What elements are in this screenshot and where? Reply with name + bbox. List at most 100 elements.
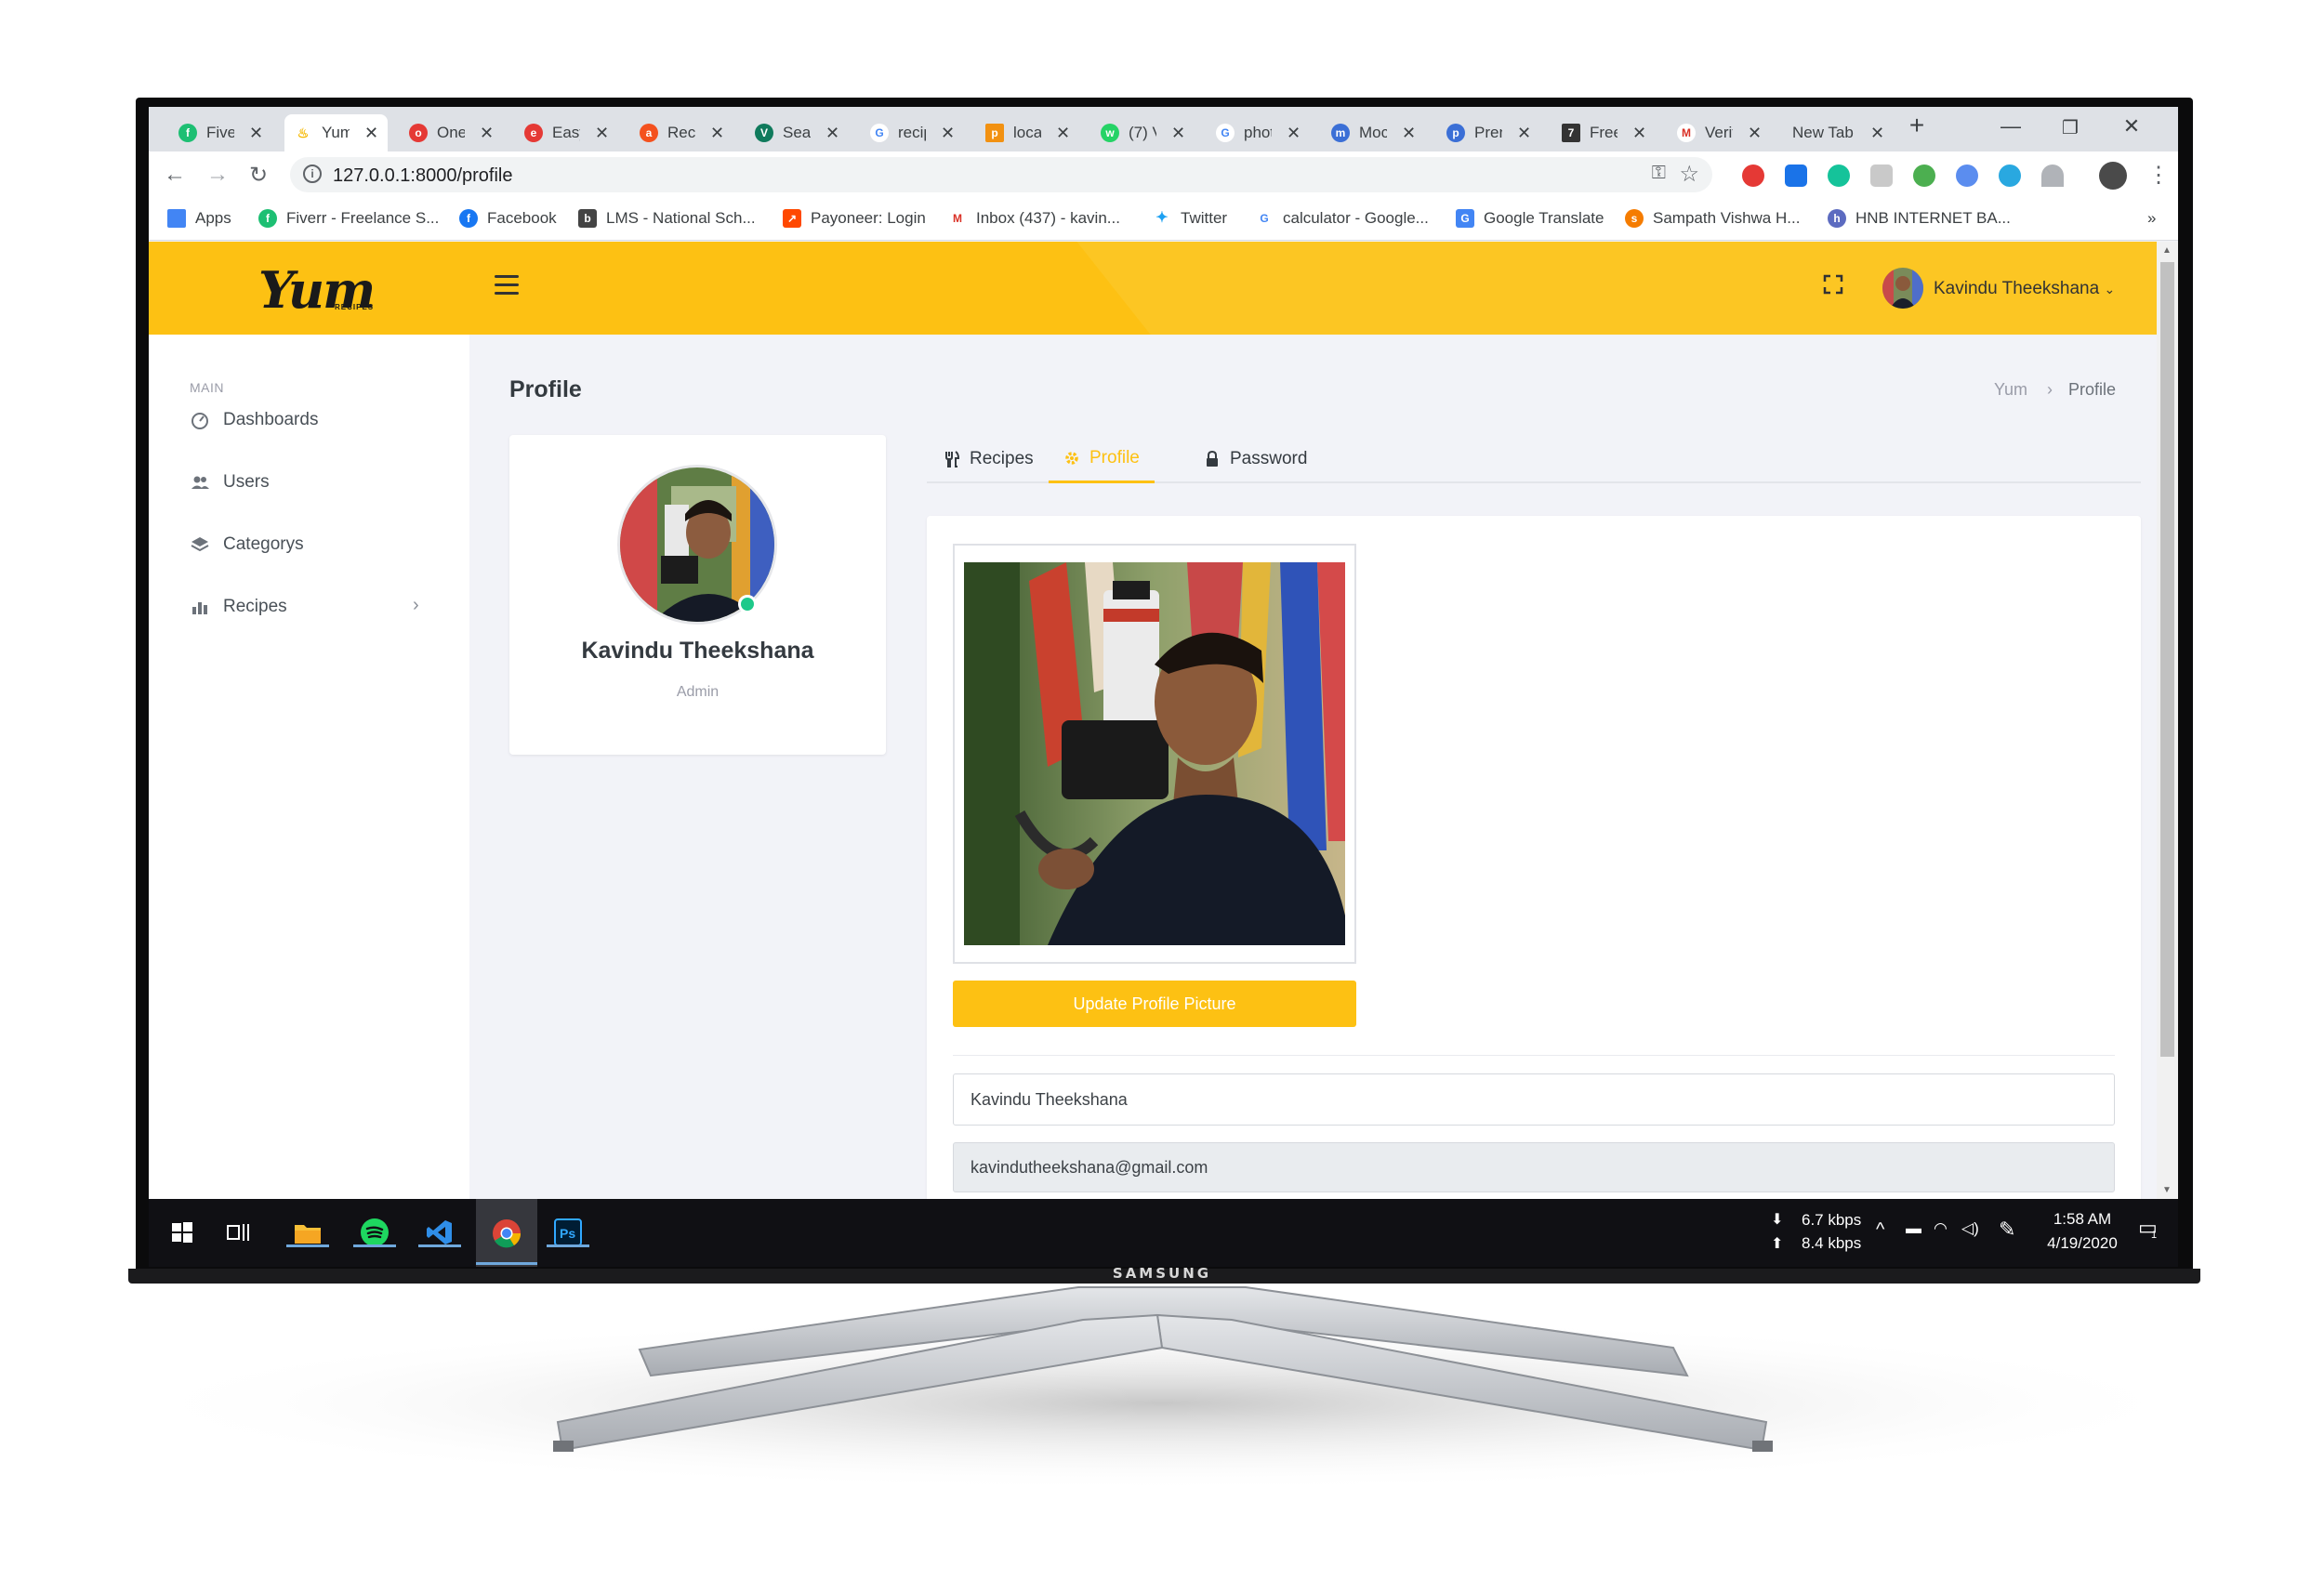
browser-tab[interactable]: G phot ✕ bbox=[1207, 114, 1310, 151]
profile-picture[interactable] bbox=[964, 562, 1345, 945]
extension-icon[interactable] bbox=[1956, 165, 1978, 187]
minimize-icon[interactable]: — bbox=[1992, 114, 2029, 138]
bookmark[interactable]: M Inbox (437) - kavin... bbox=[948, 209, 1120, 228]
bookmark[interactable]: f Facebook bbox=[459, 209, 557, 228]
task-view-icon[interactable] bbox=[221, 1216, 255, 1249]
scroll-up-icon[interactable]: ▲ bbox=[2162, 245, 2172, 256]
menu-kebab-icon[interactable]: ⋮ bbox=[2147, 162, 2170, 189]
bookmark[interactable]: s Sampath Vishwa H... bbox=[1625, 209, 1800, 228]
close-icon[interactable]: ✕ bbox=[364, 124, 378, 143]
tab-recipes[interactable]: Recipes bbox=[944, 435, 1034, 483]
key-icon[interactable]: ⚿ bbox=[1652, 163, 1666, 184]
browser-tab[interactable]: m Moc ✕ bbox=[1322, 114, 1425, 151]
bookmark[interactable]: G Google Translate bbox=[1456, 209, 1604, 228]
photoshop-icon[interactable]: Ps bbox=[547, 1216, 589, 1249]
sidebar-item-dashboards[interactable]: Dashboards bbox=[190, 410, 318, 430]
close-icon[interactable]: ✕ bbox=[1517, 124, 1531, 143]
browser-tab[interactable]: New Tab ✕ bbox=[1783, 114, 1894, 151]
name-field[interactable] bbox=[953, 1073, 2115, 1126]
clock-time[interactable]: 1:58 AM bbox=[2045, 1210, 2119, 1229]
browser-tab[interactable]: V Sear ✕ bbox=[746, 114, 849, 151]
grammarly-icon[interactable] bbox=[1828, 165, 1850, 187]
sidebar-item-recipes[interactable]: Recipes bbox=[190, 597, 287, 617]
profile-avatar-icon[interactable] bbox=[2099, 162, 2127, 190]
browser-tab[interactable]: o One ✕ bbox=[400, 114, 503, 151]
star-icon[interactable]: ☆ bbox=[1679, 161, 1699, 188]
bookmark[interactable]: b LMS - National Sch... bbox=[578, 209, 756, 228]
tab-password[interactable]: Password bbox=[1204, 435, 1307, 483]
close-icon[interactable]: ✕ bbox=[595, 124, 609, 143]
clock-date[interactable]: 4/19/2020 bbox=[2041, 1234, 2123, 1253]
menu-toggle-icon[interactable] bbox=[495, 275, 519, 297]
vscode-icon[interactable] bbox=[418, 1216, 461, 1249]
bookmark[interactable]: ✦ Twitter bbox=[1153, 209, 1227, 228]
browser-tab-active[interactable]: ♨ Yum ✕ bbox=[284, 114, 389, 151]
extension-icon[interactable] bbox=[2041, 165, 2064, 187]
header-user-menu[interactable]: Kavindu Theekshana ⌄ bbox=[1934, 279, 2115, 299]
back-icon[interactable]: ← bbox=[164, 162, 186, 188]
wifi-icon[interactable]: ◠ bbox=[1934, 1219, 1948, 1238]
bookmark[interactable]: Gcalculator - Google... bbox=[1255, 209, 1429, 228]
close-icon[interactable]: ✕ bbox=[1748, 124, 1762, 143]
close-icon[interactable]: ✕ bbox=[710, 124, 724, 143]
bookmark-apps[interactable]: Apps bbox=[167, 209, 231, 228]
adblock-icon[interactable] bbox=[1742, 165, 1764, 187]
update-profile-picture-button[interactable]: Update Profile Picture bbox=[953, 981, 1356, 1027]
scrollbar-thumb[interactable] bbox=[2160, 262, 2174, 1057]
browser-tab[interactable]: M Verif ✕ bbox=[1668, 114, 1771, 151]
file-explorer-icon[interactable] bbox=[286, 1216, 329, 1249]
browser-tab[interactable]: 7 Free ✕ bbox=[1552, 114, 1656, 151]
bookmarks-overflow-icon[interactable]: » bbox=[2147, 209, 2156, 228]
url-text[interactable]: 127.0.0.1:8000/profile bbox=[333, 165, 513, 187]
close-icon[interactable]: ✕ bbox=[249, 124, 263, 143]
reload-icon[interactable]: ↻ bbox=[249, 162, 268, 189]
bookmark[interactable]: ↗ Payoneer: Login bbox=[783, 209, 926, 228]
windows-start-icon[interactable] bbox=[165, 1216, 199, 1249]
pen-icon[interactable]: ✎ bbox=[1999, 1218, 2015, 1242]
close-icon[interactable]: ✕ bbox=[1870, 124, 1884, 143]
close-icon[interactable]: ✕ bbox=[825, 124, 839, 143]
extension-icon[interactable] bbox=[1999, 165, 2021, 187]
scroll-down-icon[interactable]: ▼ bbox=[2162, 1185, 2172, 1195]
address-bar[interactable]: i 127.0.0.1:8000/profile ⚿ ☆ bbox=[290, 157, 1712, 192]
browser-tab[interactable]: p Pren ✕ bbox=[1437, 114, 1540, 151]
battery-icon[interactable]: ▬ bbox=[1906, 1219, 1921, 1238]
close-icon[interactable]: ✕ bbox=[941, 124, 955, 143]
browser-tab[interactable]: w (7) V ✕ bbox=[1091, 114, 1195, 151]
browser-tab[interactable]: e Easy ✕ bbox=[515, 114, 618, 151]
spotify-icon[interactable] bbox=[353, 1216, 396, 1249]
close-icon[interactable]: ✕ bbox=[1287, 124, 1301, 143]
tray-overflow-icon[interactable]: ^ bbox=[1876, 1219, 1884, 1241]
bookmark[interactable]: f Fiverr - Freelance S... bbox=[258, 209, 439, 228]
globe-icon[interactable] bbox=[1913, 165, 1935, 187]
close-window-icon[interactable]: ✕ bbox=[2113, 114, 2150, 138]
chrome-icon[interactable] bbox=[476, 1199, 537, 1267]
browser-tab[interactable]: a Reci ✕ bbox=[630, 114, 733, 151]
forward-icon[interactable]: → bbox=[206, 162, 229, 188]
page-scrollbar[interactable]: ▲ ▼ bbox=[2157, 242, 2178, 1199]
fullscreen-icon[interactable] bbox=[1822, 273, 1844, 296]
avatar[interactable] bbox=[1882, 268, 1923, 309]
volume-icon[interactable]: ◁) bbox=[1961, 1219, 1979, 1238]
bookmark[interactable]: h HNB INTERNET BA... bbox=[1828, 209, 2011, 228]
sidebar-item-users[interactable]: Users bbox=[190, 472, 270, 493]
browser-toolbar: ← → ↻ i 127.0.0.1:8000/profile ⚿ ☆ ⋮ bbox=[149, 151, 2178, 198]
close-icon[interactable]: ✕ bbox=[1632, 124, 1646, 143]
breadcrumb-link[interactable]: Yum bbox=[1994, 380, 2027, 400]
extension-icon[interactable] bbox=[1870, 165, 1893, 187]
browser-tab[interactable]: G recip ✕ bbox=[861, 114, 964, 151]
new-tab-icon[interactable]: + bbox=[1898, 111, 1935, 140]
close-icon[interactable]: ✕ bbox=[1402, 124, 1416, 143]
browser-tab[interactable]: p local ✕ bbox=[976, 114, 1079, 151]
restore-icon[interactable]: ❐ bbox=[2052, 116, 2089, 139]
close-icon[interactable]: ✕ bbox=[480, 124, 494, 143]
sidebar-item-categorys[interactable]: Categorys bbox=[190, 534, 304, 555]
browser-tab[interactable]: f Fiverr ✕ bbox=[169, 114, 272, 151]
tab-profile[interactable]: Profile bbox=[1049, 435, 1155, 483]
chevron-right-icon[interactable]: › bbox=[413, 595, 419, 616]
email-field[interactable] bbox=[953, 1142, 2115, 1192]
close-icon[interactable]: ✕ bbox=[1171, 124, 1185, 143]
info-icon[interactable]: i bbox=[303, 165, 322, 183]
extension-icon[interactable] bbox=[1785, 165, 1807, 187]
close-icon[interactable]: ✕ bbox=[1056, 124, 1070, 143]
